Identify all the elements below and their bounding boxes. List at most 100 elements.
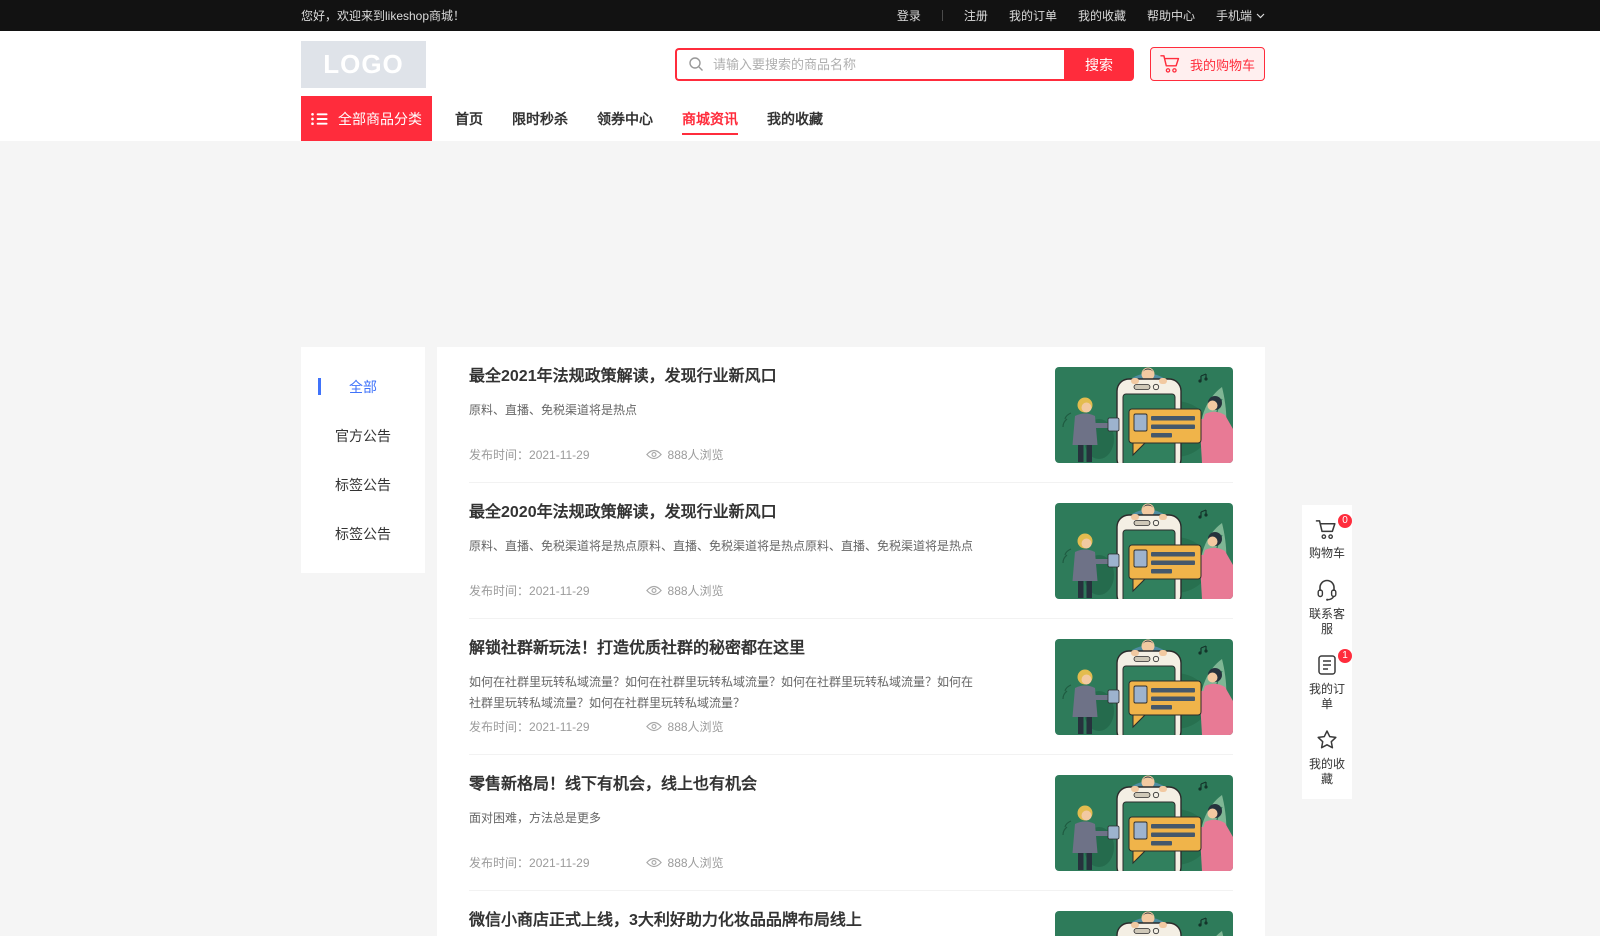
publish-date: 2021-11-29 (529, 584, 590, 598)
publish-date: 2021-11-29 (529, 856, 590, 870)
article-title[interactable]: 微信小商店正式上线，3大利好助力化妆品品牌布局线上 (469, 911, 974, 930)
all-categories-label: 全部商品分类 (338, 109, 422, 129)
category-list-icon (311, 112, 328, 126)
sidebar-item-official-notice[interactable]: 官方公告 (301, 411, 425, 460)
rail-customer-service[interactable]: 联系客服 (1308, 578, 1346, 637)
rail-cart[interactable]: 0 购物车 (1308, 519, 1346, 561)
rail-my-orders-label: 我的订单 (1308, 682, 1346, 712)
sidebar-item-all[interactable]: 全部 (301, 362, 425, 411)
mobile-label: 手机端 (1216, 7, 1252, 24)
header: LOGO 搜索 我的购物车 (0, 31, 1600, 96)
publish-date-label: 发布时间： (469, 718, 529, 735)
my-cart-label: 我的购物车 (1190, 55, 1255, 74)
topbar-divider (942, 10, 943, 21)
star-icon (1316, 729, 1338, 751)
welcome-text: 您好，欢迎来到likeshop商城！ (301, 7, 465, 24)
eye-icon (646, 585, 662, 596)
eye-icon (646, 857, 662, 868)
article-meta: 发布时间： 2021-11-29 888人浏览 (469, 582, 974, 599)
rail-cart-label: 购物车 (1308, 546, 1346, 561)
orders-count-badge: 1 (1338, 649, 1352, 663)
eye-icon (646, 449, 662, 460)
my-orders-link[interactable]: 我的订单 (1009, 7, 1057, 24)
article-desc: 原料、直播、免税渠道将是热点 (469, 400, 974, 420)
view-count: 888人浏览 (668, 854, 724, 871)
cart-icon (1315, 519, 1339, 540)
publish-date-label: 发布时间： (469, 446, 529, 463)
article-thumbnail[interactable] (1055, 503, 1233, 599)
nav-item-my-favorites[interactable]: 我的收藏 (767, 96, 823, 141)
sidebar-item-label: 官方公告 (335, 426, 391, 446)
article-row[interactable]: 微信小商店正式上线，3大利好助力化妆品品牌布局线上 (469, 891, 1233, 936)
search-input[interactable] (675, 48, 1064, 81)
publish-date: 2021-11-29 (529, 448, 590, 462)
sidebar-item-label: 全部 (349, 377, 377, 397)
article-meta: 发布时间： 2021-11-29 888人浏览 (469, 446, 974, 463)
order-document-icon (1317, 654, 1337, 676)
sidebar-item-label: 标签公告 (335, 475, 391, 495)
mobile-link[interactable]: 手机端 (1216, 7, 1265, 24)
my-cart-button[interactable]: 我的购物车 (1150, 47, 1265, 81)
article-row[interactable]: 最全2021年法规政策解读，发现行业新风口 原料、直播、免税渠道将是热点 发布时… (469, 347, 1233, 483)
cart-icon (1160, 54, 1182, 74)
sidebar-item-label: 标签公告 (335, 524, 391, 544)
article-row[interactable]: 解锁社群新玩法！打造优质社群的秘密都在这里 如何在社群里玩转私域流量？如何在社群… (469, 619, 1233, 755)
chevron-down-icon (1256, 13, 1265, 19)
news-category-sidebar: 全部 官方公告 标签公告 标签公告 (301, 347, 425, 573)
floating-toolbar: 0 购物车 联系客服 1 我的订单 我的收藏 (1302, 505, 1352, 799)
article-title[interactable]: 最全2021年法规政策解读，发现行业新风口 (469, 367, 974, 386)
article-title[interactable]: 最全2020年法规政策解读，发现行业新风口 (469, 503, 974, 522)
register-link[interactable]: 注册 (964, 7, 988, 24)
article-thumbnail[interactable] (1055, 911, 1233, 936)
view-count: 888人浏览 (668, 582, 724, 599)
search-group: 搜索 (675, 48, 1134, 81)
help-center-link[interactable]: 帮助中心 (1147, 7, 1195, 24)
rail-my-favorites-label: 我的收藏 (1308, 757, 1346, 787)
article-title[interactable]: 解锁社群新玩法！打造优质社群的秘密都在这里 (469, 639, 974, 658)
article-thumbnail[interactable] (1055, 775, 1233, 871)
rail-customer-service-label: 联系客服 (1308, 607, 1346, 637)
logo[interactable]: LOGO (301, 41, 426, 88)
sidebar-item-tag-notice-2[interactable]: 标签公告 (301, 509, 425, 558)
article-row[interactable]: 最全2020年法规政策解读，发现行业新风口 原料、直播、免税渠道将是热点原料、直… (469, 483, 1233, 619)
main-content: 全部 官方公告 标签公告 标签公告 最全2021年法规政策解读，发现行业新风口 … (301, 347, 1265, 936)
article-title[interactable]: 零售新格局！线下有机会，线上也有机会 (469, 775, 974, 794)
nav-item-coupon-center[interactable]: 领券中心 (597, 96, 653, 141)
login-link[interactable]: 登录 (897, 7, 921, 24)
article-thumbnail[interactable] (1055, 367, 1233, 463)
search-button[interactable]: 搜索 (1064, 48, 1134, 81)
nav-item-mall-news[interactable]: 商城资讯 (682, 96, 738, 141)
eye-icon (646, 721, 662, 732)
article-meta: 发布时间： 2021-11-29 888人浏览 (469, 854, 974, 871)
article-illustration (1055, 775, 1233, 871)
article-meta: 发布时间： 2021-11-29 888人浏览 (469, 718, 974, 735)
active-indicator (318, 378, 321, 395)
rail-my-favorites[interactable]: 我的收藏 (1308, 729, 1346, 787)
my-favorites-link[interactable]: 我的收藏 (1078, 7, 1126, 24)
publish-date-label: 发布时间： (469, 854, 529, 871)
rail-my-orders[interactable]: 1 我的订单 (1308, 654, 1346, 712)
cart-count-badge: 0 (1338, 514, 1352, 528)
article-row[interactable]: 零售新格局！线下有机会，线上也有机会 面对困难，方法总是更多 发布时间： 202… (469, 755, 1233, 891)
view-count: 888人浏览 (668, 718, 724, 735)
all-categories-button[interactable]: 全部商品分类 (301, 96, 432, 141)
sidebar-item-tag-notice-1[interactable]: 标签公告 (301, 460, 425, 509)
article-list: 最全2021年法规政策解读，发现行业新风口 原料、直播、免税渠道将是热点 发布时… (437, 347, 1265, 936)
article-desc: 如何在社群里玩转私域流量？如何在社群里玩转私域流量？如何在社群里玩转私域流量？如… (469, 672, 974, 713)
publish-date-label: 发布时间： (469, 582, 529, 599)
navbar: 全部商品分类 首页 限时秒杀 领券中心 商城资讯 我的收藏 (0, 96, 1600, 141)
article-thumbnail[interactable] (1055, 639, 1233, 735)
article-illustration (1055, 911, 1233, 936)
topbar: 您好，欢迎来到likeshop商城！ 登录 注册 我的订单 我的收藏 帮助中心 … (0, 0, 1600, 31)
view-count: 888人浏览 (668, 446, 724, 463)
article-desc: 面对困难，方法总是更多 (469, 808, 974, 828)
nav-items: 首页 限时秒杀 领券中心 商城资讯 我的收藏 (455, 96, 852, 141)
nav-item-home[interactable]: 首页 (455, 96, 483, 141)
article-illustration (1055, 503, 1233, 599)
article-illustration (1055, 639, 1233, 735)
article-desc: 原料、直播、免税渠道将是热点原料、直播、免税渠道将是热点原料、直播、免税渠道将是… (469, 536, 974, 556)
search-icon (688, 56, 704, 72)
publish-date: 2021-11-29 (529, 720, 590, 734)
nav-item-flash-sale[interactable]: 限时秒杀 (512, 96, 568, 141)
article-illustration (1055, 367, 1233, 463)
